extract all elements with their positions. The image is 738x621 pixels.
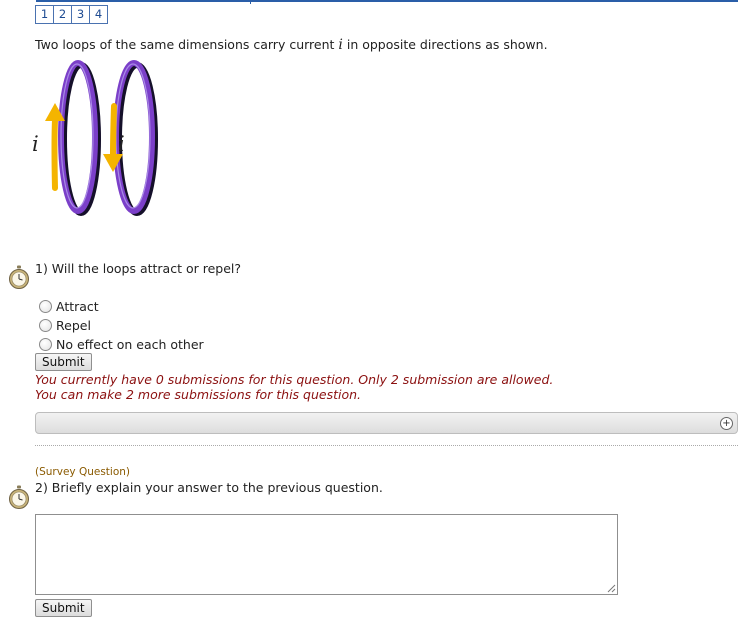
option-repel-radio[interactable] [39,319,52,332]
statement-text-before: Two loops of the same dimensions carry c… [35,37,339,52]
hint-expander-bar[interactable]: + [35,412,738,434]
option-repel-label: Repel [56,318,91,333]
option-no-effect-label: No effect on each other [56,337,204,352]
expand-plus-icon[interactable]: + [720,417,733,430]
question-pager: 1 2 3 4 [35,5,108,24]
explanation-textarea[interactable] [35,514,618,595]
resize-grip-icon[interactable] [606,583,616,593]
stopwatch-icon [9,265,29,289]
submission-count-note: You currently have 0 submissions for thi… [35,372,554,387]
question-1-text: 1) Will the loops attract or repel? [35,261,242,276]
page-link-1[interactable]: 1 [36,6,53,23]
survey-question-tag: (Survey Question) [35,466,131,478]
answer-options: Attract Repel No effect on each other [39,297,204,354]
question-divider [35,445,738,446]
top-border-tick [250,0,251,4]
question-2-submit-button[interactable]: Submit [35,599,92,617]
right-current-arrow [110,103,117,159]
option-repel[interactable]: Repel [39,316,204,335]
left-current-arrow [51,117,58,191]
right-current-label: i [118,132,125,156]
option-attract-label: Attract [56,299,99,314]
stopwatch-icon [9,485,29,509]
page-link-4[interactable]: 4 [89,6,107,23]
option-no-effect-radio[interactable] [39,338,52,351]
option-attract[interactable]: Attract [39,297,204,316]
top-border [36,0,738,2]
option-attract-radio[interactable] [39,300,52,313]
statement-text-after: in opposite directions as shown. [342,37,548,52]
question-2-text: 2) Briefly explain your answer to the pr… [35,480,383,495]
current-loops-figure: i i [32,60,158,216]
page-link-3[interactable]: 3 [71,6,89,23]
question-1-submit-button[interactable]: Submit [35,353,92,371]
page-link-2[interactable]: 2 [53,6,71,23]
remaining-submissions-note: You can make 2 more submissions for this… [35,387,362,402]
left-current-label: i [32,132,39,156]
problem-statement: Two loops of the same dimensions carry c… [35,37,548,53]
option-no-effect[interactable]: No effect on each other [39,335,204,354]
